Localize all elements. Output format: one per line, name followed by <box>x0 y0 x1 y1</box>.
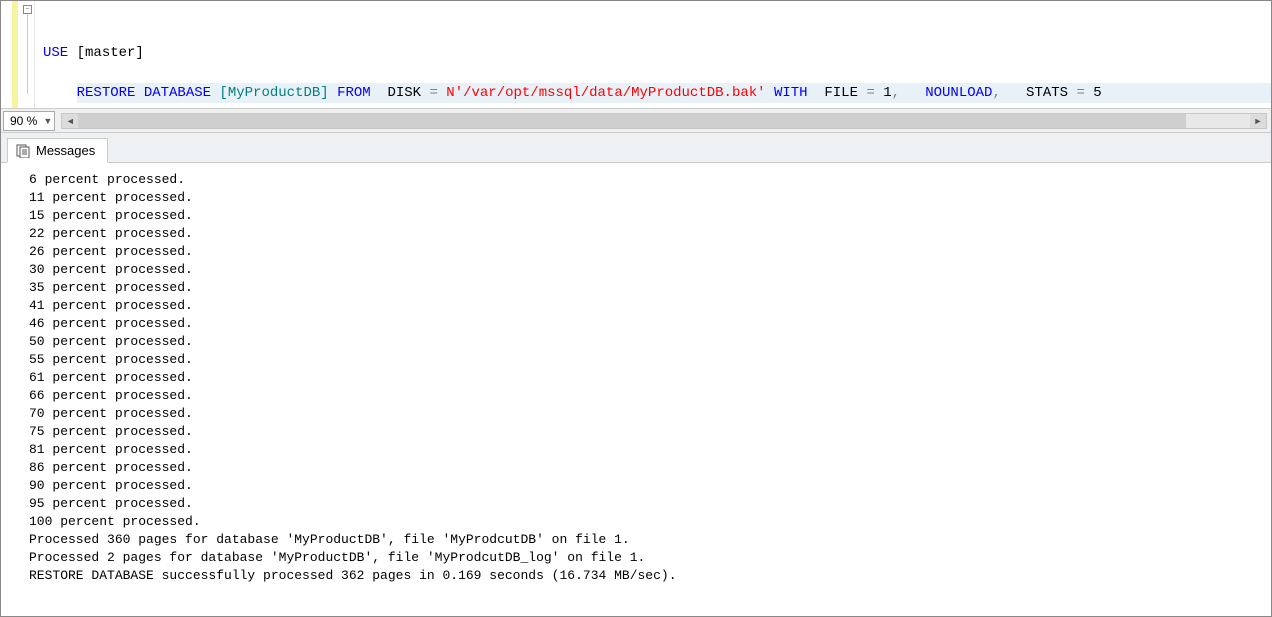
code-body[interactable]: USE [master] RESTORE DATABASE [MyProduct… <box>35 1 1271 108</box>
sql-number: 5 <box>1093 85 1101 101</box>
sql-keyword: RESTORE DATABASE <box>77 85 211 101</box>
scroll-thumb[interactable] <box>78 114 1185 128</box>
messages-panel[interactable]: 6 percent processed.11 percent processed… <box>1 163 1271 616</box>
sql-keyword: FROM <box>337 85 371 101</box>
editor-status-bar: 90 % ▼ ◄ ► <box>1 109 1271 133</box>
sql-text: FILE <box>808 85 867 101</box>
sql-operator: , <box>992 85 1000 101</box>
message-line: 46 percent processed. <box>29 315 1271 333</box>
message-line: RESTORE DATABASE successfully processed … <box>29 567 1271 585</box>
message-line: Processed 2 pages for database 'MyProduc… <box>29 549 1271 567</box>
sql-keyword: NOUNLOAD <box>900 85 992 101</box>
sql-operator: , <box>892 85 900 101</box>
message-line: 26 percent processed. <box>29 243 1271 261</box>
tab-messages[interactable]: Messages <box>7 138 108 163</box>
zoom-value: 90 % <box>10 114 37 128</box>
sql-text: DISK <box>371 85 430 101</box>
code-line-current[interactable]: RESTORE DATABASE [MyProductDB] FROM DISK… <box>77 83 1271 103</box>
sql-identifier: [MyProductDB] <box>211 85 337 101</box>
scroll-right-icon[interactable]: ► <box>1250 114 1266 128</box>
message-line: 11 percent processed. <box>29 189 1271 207</box>
sql-editor[interactable]: − USE [master] RESTORE DATABASE [MyProdu… <box>1 1 1271 109</box>
sql-identifier: [master] <box>68 45 144 61</box>
message-line: 35 percent processed. <box>29 279 1271 297</box>
message-line: 22 percent processed. <box>29 225 1271 243</box>
message-line: 50 percent processed. <box>29 333 1271 351</box>
message-line: 75 percent processed. <box>29 423 1271 441</box>
message-line: 86 percent processed. <box>29 459 1271 477</box>
sql-operator: = <box>1076 85 1093 101</box>
sql-string: N'/var/opt/mssql/data/MyProductDB.bak' <box>446 85 765 101</box>
code-line[interactable]: USE [master] <box>43 43 1271 63</box>
chevron-down-icon: ▼ <box>43 116 52 126</box>
message-line: 66 percent processed. <box>29 387 1271 405</box>
change-indicator <box>12 1 18 108</box>
message-line: 41 percent processed. <box>29 297 1271 315</box>
tab-label: Messages <box>36 143 95 158</box>
sql-text: STATS <box>1001 85 1077 101</box>
message-line: 90 percent processed. <box>29 477 1271 495</box>
message-line: 81 percent processed. <box>29 441 1271 459</box>
sql-keyword: WITH <box>766 85 808 101</box>
message-line: 70 percent processed. <box>29 405 1271 423</box>
message-line: 95 percent processed. <box>29 495 1271 513</box>
sql-keyword: USE <box>43 45 68 61</box>
fold-guide <box>27 14 28 94</box>
fold-toggle-icon[interactable]: − <box>23 5 32 14</box>
scroll-left-icon[interactable]: ◄ <box>62 114 78 128</box>
message-line: Processed 360 pages for database 'MyProd… <box>29 531 1271 549</box>
message-line: 100 percent processed. <box>29 513 1271 531</box>
results-tab-strip: Messages <box>1 133 1271 163</box>
message-line: 61 percent processed. <box>29 369 1271 387</box>
sql-operator: = <box>866 85 883 101</box>
editor-gutter: − <box>1 1 35 108</box>
message-line: 55 percent processed. <box>29 351 1271 369</box>
message-line: 15 percent processed. <box>29 207 1271 225</box>
sql-operator: = <box>429 85 446 101</box>
message-line: 30 percent processed. <box>29 261 1271 279</box>
horizontal-scrollbar[interactable]: ◄ ► <box>61 113 1267 129</box>
messages-icon <box>16 144 30 158</box>
zoom-select[interactable]: 90 % ▼ <box>3 111 55 131</box>
sql-number: 1 <box>883 85 891 101</box>
message-line: 6 percent processed. <box>29 171 1271 189</box>
